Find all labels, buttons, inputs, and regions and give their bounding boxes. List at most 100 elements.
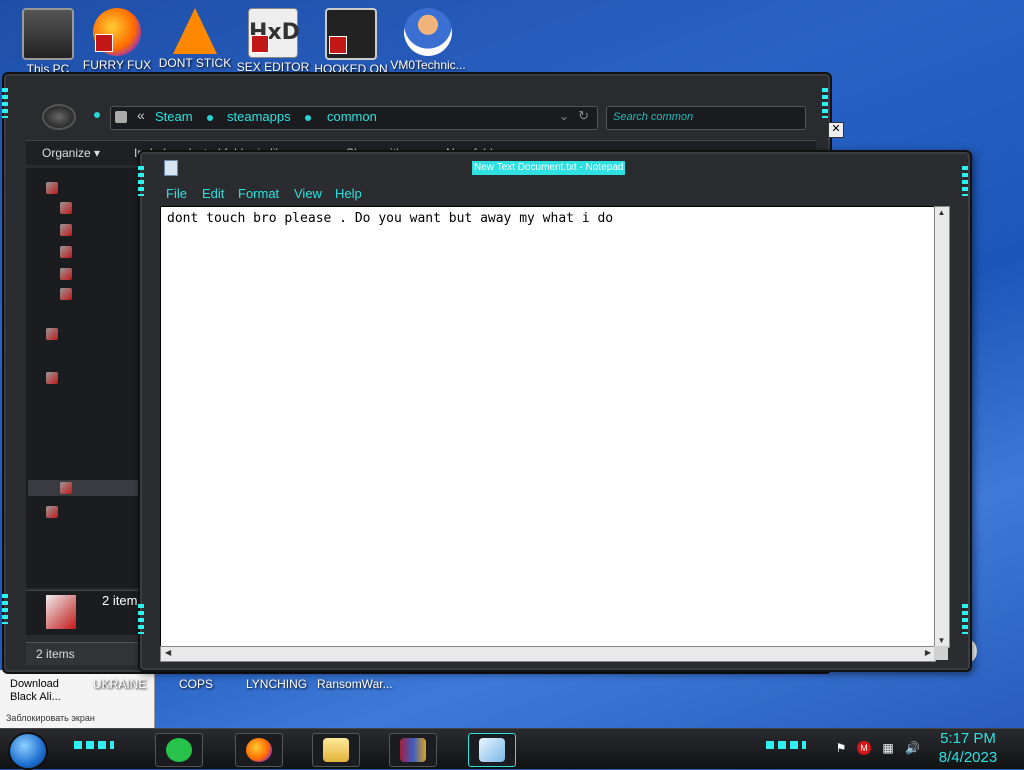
taskbar-accent [766,741,806,749]
desktop-label-lynching[interactable]: LYNCHING [246,677,307,691]
flag-icon[interactable]: ⚑ [834,741,848,755]
drive-icon[interactable] [60,482,72,494]
folder-thumbnail-icon [46,595,76,629]
desktop-label-ukraine[interactable]: UKRAINE [93,677,146,691]
window-accent [138,166,144,196]
firefox-icon [246,738,272,762]
breadcrumb-steamapps[interactable]: steamapps [227,109,291,124]
back-forward-orb-icon[interactable] [42,104,76,130]
folder-icon [115,111,127,123]
network-icon[interactable]: ▦ [881,741,895,755]
antivirus-icon[interactable]: M [857,741,871,755]
address-bar[interactable]: « Steam steamapps common ⌄ ↻ [110,106,598,130]
vlc-icon [173,8,217,54]
window-accent [2,88,8,118]
breadcrumb-separator-icon [207,115,213,121]
hxd-icon: HxD [248,8,300,58]
chevron-down-icon[interactable]: ⌄ [559,109,569,123]
nav-item-icon[interactable] [60,202,72,214]
menu-edit[interactable]: Edit [202,186,224,201]
navigation-pane [26,168,144,588]
menu-bar: File Edit Format View Help [160,182,950,204]
hooked-icon [325,8,377,60]
desktop-label-cops[interactable]: COPS [179,677,213,691]
status-item-count: 2 items [36,647,75,661]
notes-icon [166,738,192,762]
left-panel-black-ali[interactable]: Black Ali... [0,691,154,704]
explorer-navbar: « Steam steamapps common ⌄ ↻ Search comm… [34,98,824,132]
volume-icon[interactable]: 🔊 [905,741,920,755]
horizontal-scrollbar[interactable]: ◀ ▶ [160,646,936,662]
clock[interactable]: 5:17 PM 8/4/2023 [934,729,1002,767]
window-accent [2,594,8,624]
organize-button[interactable]: Organize ▾ [42,146,100,160]
clock-time: 5:17 PM [940,730,996,747]
nav-item-icon[interactable] [60,288,72,300]
notepad-icon [164,160,178,176]
computer-icon[interactable] [46,372,58,384]
taskbar-app-notes[interactable] [155,733,203,767]
favorites-icon[interactable] [46,182,58,194]
computer-icon [22,8,74,60]
nav-item-icon[interactable] [60,246,72,258]
network-icon[interactable] [46,506,58,518]
search-placeholder: Search common [613,111,694,123]
window-accent [962,166,968,196]
window-accent [138,604,144,634]
desktop-icon-furry-fux[interactable]: FURRY FUX [77,4,157,72]
nav-item-icon[interactable] [60,268,72,280]
notepad-window[interactable]: New Text Document.txt - Notepad File Edi… [138,150,972,672]
menu-help[interactable]: Help [335,186,362,201]
resize-grip-icon[interactable] [934,646,948,660]
lock-screen-link[interactable]: Заблокировать экран [0,712,154,725]
vertical-scrollbar[interactable]: ▲ ▼ [934,206,950,648]
desktop-icon-hooked-on[interactable]: HOOKED ON [311,4,391,76]
close-icon[interactable]: ✕ [828,122,844,138]
folder-icon [323,738,349,762]
breadcrumb-common[interactable]: common [327,109,377,124]
doctor-icon [404,8,452,56]
breadcrumb-steam[interactable]: Steam [155,109,193,124]
refresh-icon[interactable]: ↻ [578,108,589,124]
nav-selected-row[interactable] [28,480,142,496]
scroll-right-icon[interactable]: ▶ [925,648,931,657]
notepad-icon [479,738,505,762]
scroll-up-icon[interactable]: ▲ [937,208,946,218]
desktop-icon-vm0technic[interactable]: VM0Technic... [388,4,468,72]
desktop-label-ransomware[interactable]: RansomWar... [317,677,393,691]
desktop-icon-label: VM0Technic... [390,58,466,72]
taskbar-app-firefox[interactable] [235,733,283,767]
details-pane: 2 item [26,590,144,635]
nav-item-icon[interactable] [60,224,72,236]
taskbar-app-notepad[interactable] [468,733,516,767]
scroll-left-icon[interactable]: ◀ [165,648,171,657]
desktop-icon-sex-editor[interactable]: HxD SEX EDITOR [233,4,313,74]
breadcrumb-overflow[interactable]: « [137,107,145,123]
text-editor[interactable]: dont touch bro please . Do you want but … [160,206,936,648]
desktop-icon-label: FURRY FUX [82,58,152,72]
nav-dot-icon [94,112,100,118]
taskbar-accent [74,741,114,749]
window-accent [962,604,968,634]
taskbar-app-explorer[interactable] [312,733,360,767]
desktop-icon-this-pc[interactable]: This PC [8,4,88,76]
homegroup-icon[interactable] [46,328,58,340]
menu-view[interactable]: View [294,186,322,201]
menu-format[interactable]: Format [238,186,279,201]
status-bar: 2 items [26,642,144,665]
details-item-count: 2 item [102,593,138,608]
taskbar-app-winrar[interactable] [389,733,437,767]
menu-file[interactable]: File [166,186,187,201]
search-input[interactable]: Search common [606,106,806,130]
desktop-icon-dont-stick[interactable]: DONT STICK [155,4,235,70]
taskbar: ⚑ M ▦ 🔊 5:17 PM 8/4/2023 [0,728,1024,770]
document-content: dont touch bro please . Do you want but … [167,211,614,226]
start-button[interactable] [8,732,48,770]
firefox-icon [93,8,141,56]
window-title: New Text Document.txt - Notepad [472,161,626,175]
clock-date: 8/4/2023 [938,749,998,766]
winrar-icon [400,738,426,762]
scroll-down-icon[interactable]: ▼ [937,636,946,646]
desktop-icon-label: DONT STICK [158,56,232,70]
breadcrumb-separator-icon [305,115,311,121]
